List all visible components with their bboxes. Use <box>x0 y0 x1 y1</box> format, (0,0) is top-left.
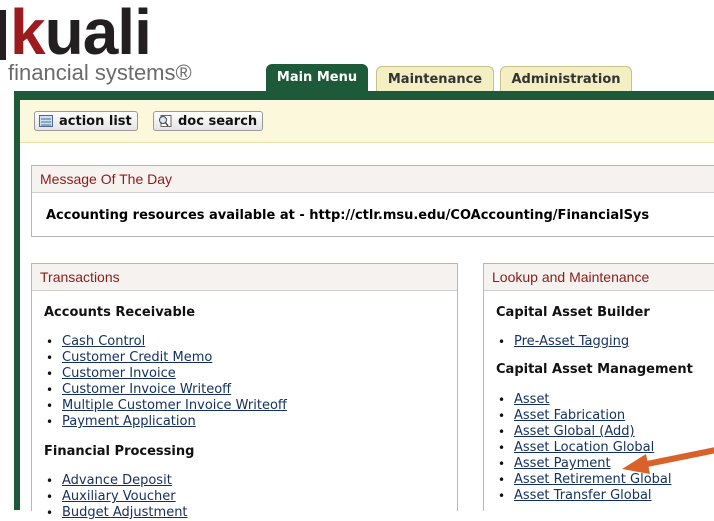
accounts-receivable-links: Cash Control Customer Credit Memo Custom… <box>44 334 287 430</box>
kuali-logo[interactable]: kuali <box>10 0 152 64</box>
tab-administration[interactable]: Administration <box>500 66 632 92</box>
section-heading: Financial Processing <box>44 444 195 459</box>
link-auxiliary-voucher[interactable]: Auxiliary Voucher <box>62 489 176 504</box>
lookup-title: Lookup and Maintenance <box>484 264 714 291</box>
logo-bar <box>0 10 6 60</box>
list-item[interactable]: Advance Deposit <box>44 473 188 489</box>
doc-search-label: doc search <box>178 114 258 129</box>
link-cash-control[interactable]: Cash Control <box>62 334 145 349</box>
tab-maintenance[interactable]: Maintenance <box>376 66 494 92</box>
action-list-label: action list <box>59 114 132 129</box>
financial-processing-links: Advance Deposit Auxiliary Voucher Budget… <box>44 473 188 521</box>
section-heading: Capital Asset Management <box>496 362 693 377</box>
link-budget-adjustment[interactable]: Budget Adjustment <box>62 505 188 520</box>
list-item[interactable]: Auxiliary Voucher <box>44 489 188 505</box>
list-item[interactable]: Asset <box>496 392 671 408</box>
link-customer-credit-memo[interactable]: Customer Credit Memo <box>62 350 212 365</box>
app-header: kuali financial systems® Main Menu Maint… <box>0 0 714 95</box>
logo-subtitle: financial systems® <box>8 60 192 85</box>
link-advance-deposit[interactable]: Advance Deposit <box>62 473 172 488</box>
link-asset-payment[interactable]: Asset Payment <box>514 456 611 471</box>
list-item[interactable]: Pre-Asset Tagging <box>496 334 629 350</box>
doc-search-button[interactable]: doc search <box>153 111 264 131</box>
section-heading: Capital Asset Builder <box>496 305 650 320</box>
link-customer-invoice-writeoff[interactable]: Customer Invoice Writeoff <box>62 382 231 397</box>
list-item[interactable]: Cash Control <box>44 334 287 350</box>
link-payment-application[interactable]: Payment Application <box>62 414 196 429</box>
list-item[interactable]: Customer Invoice <box>44 366 287 382</box>
list-item[interactable]: Asset Transfer Global <box>496 488 671 504</box>
motd-title: Message Of The Day <box>32 166 714 193</box>
link-multiple-customer-invoice-writeoff[interactable]: Multiple Customer Invoice Writeoff <box>62 398 287 413</box>
link-asset-global-add[interactable]: Asset Global (Add) <box>514 424 635 439</box>
list-item[interactable]: Payment Application <box>44 414 287 430</box>
link-asset-fabrication[interactable]: Asset Fabrication <box>514 408 625 423</box>
tab-main-menu[interactable]: Main Menu <box>266 64 368 91</box>
link-asset[interactable]: Asset <box>514 392 550 407</box>
list-icon <box>39 115 53 127</box>
list-item[interactable]: Customer Invoice Writeoff <box>44 382 287 398</box>
list-item[interactable]: Budget Adjustment <box>44 505 188 521</box>
list-item[interactable]: Customer Credit Memo <box>44 350 287 366</box>
transactions-title: Transactions <box>32 264 457 291</box>
magnifier-icon <box>159 115 172 127</box>
list-item[interactable]: Multiple Customer Invoice Writeoff <box>44 398 287 414</box>
link-customer-invoice[interactable]: Customer Invoice <box>62 366 176 381</box>
list-item[interactable]: Asset Fabrication <box>496 408 671 424</box>
action-list-button[interactable]: action list <box>34 111 138 131</box>
message-of-the-day-box: Message Of The Day <box>31 165 714 237</box>
capital-asset-builder-links: Pre-Asset Tagging <box>496 334 629 350</box>
link-pre-asset-tagging[interactable]: Pre-Asset Tagging <box>514 334 629 349</box>
link-asset-transfer-global[interactable]: Asset Transfer Global <box>514 488 652 503</box>
annotation-arrow-icon <box>622 447 714 474</box>
motd-text: Accounting resources available at - http… <box>46 208 650 223</box>
section-heading: Accounts Receivable <box>44 305 196 320</box>
list-item[interactable]: Asset Global (Add) <box>496 424 671 440</box>
